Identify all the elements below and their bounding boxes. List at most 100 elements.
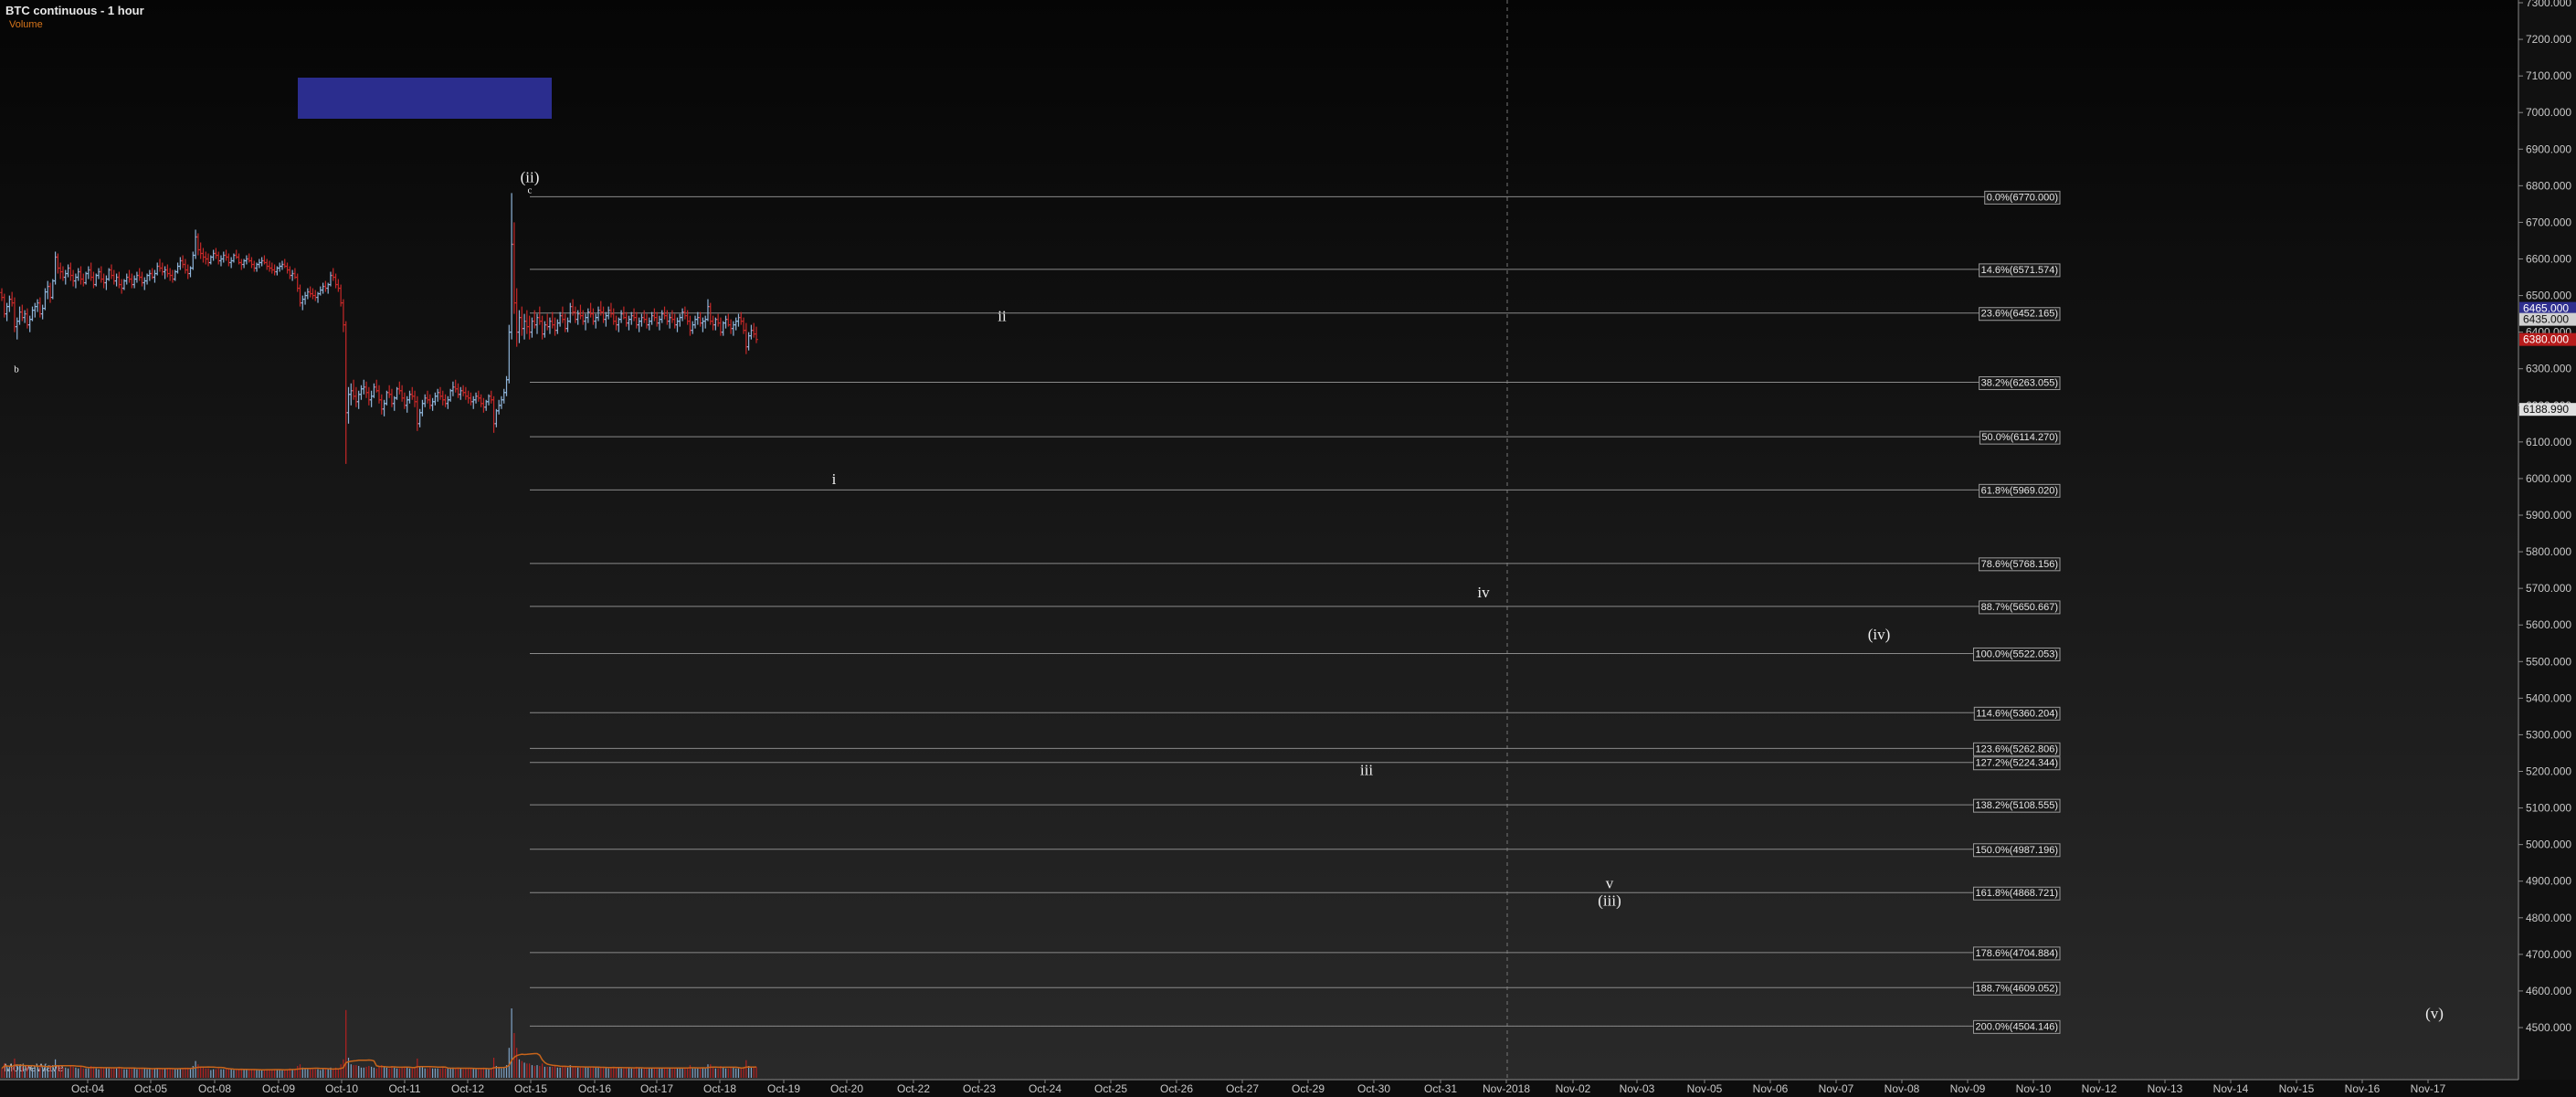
price-tick-label: 5200.000 [2526, 765, 2571, 777]
time-tick-label: Oct-19 [767, 1082, 800, 1095]
time-tick-label: Nov-13 [2148, 1082, 2183, 1095]
ohlc-bar [420, 399, 425, 417]
ohlc-bar [736, 313, 741, 327]
ohlc-bar [558, 311, 562, 327]
ohlc-bar [407, 390, 412, 404]
ohlc-bar [354, 386, 358, 407]
ohlc-bar [229, 257, 233, 269]
ohlc-bar [540, 315, 544, 340]
fib-label: 138.2%(5108.555) [1972, 798, 2061, 813]
ohlc-bar [356, 390, 361, 409]
ohlc-bar [323, 280, 328, 292]
ohlc-bar [507, 324, 512, 384]
time-tick-label: Nov-10 [2016, 1082, 2052, 1095]
ohlc-bar [471, 396, 476, 409]
fib-label-text: 23.6%(6452.165) [1981, 309, 2058, 320]
ohlc-bar [565, 317, 570, 332]
ohlc-bar [295, 273, 300, 292]
fib-label: 38.2%(6263.055) [1979, 376, 2061, 391]
ohlc-bar [438, 386, 442, 400]
ohlc-bar [719, 317, 723, 336]
ohlc-bar [321, 282, 325, 294]
ohlc-bar [20, 304, 25, 322]
ohlc-bar [382, 399, 386, 417]
fib-label-text: 150.0%(4987.196) [1975, 845, 2058, 856]
ohlc-bar [691, 321, 695, 334]
ohlc-bar [456, 383, 460, 398]
ohlc-bar [258, 258, 261, 269]
ohlc-bar [678, 313, 682, 327]
price-tick-label: 5300.000 [2526, 728, 2571, 741]
ohlc-bar [204, 251, 208, 265]
fib-label-text: 114.6%(5360.204) [1976, 708, 2058, 719]
price-tag: 6435.000 [2519, 312, 2576, 326]
ohlc-bar [308, 286, 312, 298]
price-tick-label: 6900.000 [2526, 142, 2571, 155]
time-tick-label: Nov-02 [1556, 1082, 1591, 1095]
price-chart[interactable]: 0.0%(6770.000) 14.6%(6571.574) 23.6%(6452.… [0, 0, 2576, 1097]
ohlc-bar [591, 308, 596, 325]
ohlc-bar [7, 295, 12, 312]
price-tick-label: 7100.000 [2526, 69, 2571, 82]
price-tick-label: 6300.000 [2526, 363, 2571, 375]
time-tick-label: Oct-11 [388, 1082, 420, 1095]
ohlc-bar [61, 266, 65, 281]
fib-label: 61.8%(5969.020) [1979, 483, 2061, 498]
ohlc-bar [693, 315, 697, 329]
time-tick-label: Oct-23 [963, 1082, 996, 1095]
ohlc-bar [417, 408, 422, 427]
ohlc-bar [40, 304, 45, 320]
ohlc-bar [563, 313, 567, 332]
time-tick-label: Nov-03 [1620, 1082, 1655, 1095]
ohlc-bar [723, 315, 728, 329]
ohlc-bar [343, 321, 348, 464]
ohlc-bar [647, 317, 651, 331]
ohlc-bar [306, 288, 310, 300]
ohlc-bar [649, 311, 654, 325]
ohlc-bar [497, 399, 501, 415]
ohlc-bar [23, 310, 26, 323]
ohlc-bar [675, 317, 680, 332]
ohlc-bar [491, 396, 496, 433]
time-tick-label: Oct-26 [1160, 1082, 1193, 1095]
time-tick-label: Nov-17 [2411, 1082, 2446, 1095]
ohlc-bar [66, 264, 70, 278]
ohlc-bar [124, 273, 129, 285]
ohlc-bar [58, 262, 62, 280]
ohlc-bar [520, 306, 524, 336]
ohlc-bar [440, 390, 445, 406]
wave-label: i [832, 470, 837, 488]
ohlc-bar [97, 268, 100, 280]
ohlc-bar [706, 299, 710, 322]
ohlc-bar [268, 260, 271, 272]
ohlc-bar [76, 268, 80, 281]
ohlc-bar [510, 193, 513, 340]
ohlc-bar [221, 251, 226, 263]
ohlc-bar [655, 311, 659, 327]
ohlc-bar [739, 311, 744, 325]
price-tick-label: 4700.000 [2526, 948, 2571, 961]
ohlc-bar [224, 249, 228, 261]
ohlc-bar [428, 394, 432, 409]
price-tick-label: 5500.000 [2526, 655, 2571, 668]
ohlc-bar [346, 386, 351, 424]
ohlc-bar [313, 290, 318, 301]
price-axis: 7300.000 7200.000 7100.000 7000.000 6900.000… [2518, 0, 2576, 1080]
wave-label: b [14, 364, 19, 375]
ohlc-bar [211, 249, 216, 261]
price-tick-label: 6700.000 [2526, 216, 2571, 228]
ohlc-bar [543, 321, 547, 338]
ohlc-bar [137, 268, 142, 281]
ohlc-bar [681, 308, 684, 322]
ohlc-bar [285, 262, 290, 274]
wave-label: c [528, 185, 533, 195]
ohlc-bar [711, 315, 715, 331]
fib-label: 23.6%(6452.165) [1979, 307, 2061, 322]
ohlc-bar [584, 313, 587, 331]
ohlc-bar [165, 264, 170, 278]
ohlc-bar [46, 280, 50, 300]
ohlc-bar [426, 390, 429, 404]
time-tick-label: Oct-25 [1094, 1082, 1127, 1095]
time-tick-label: Oct-15 [514, 1082, 547, 1095]
ohlc-bar [269, 262, 274, 274]
